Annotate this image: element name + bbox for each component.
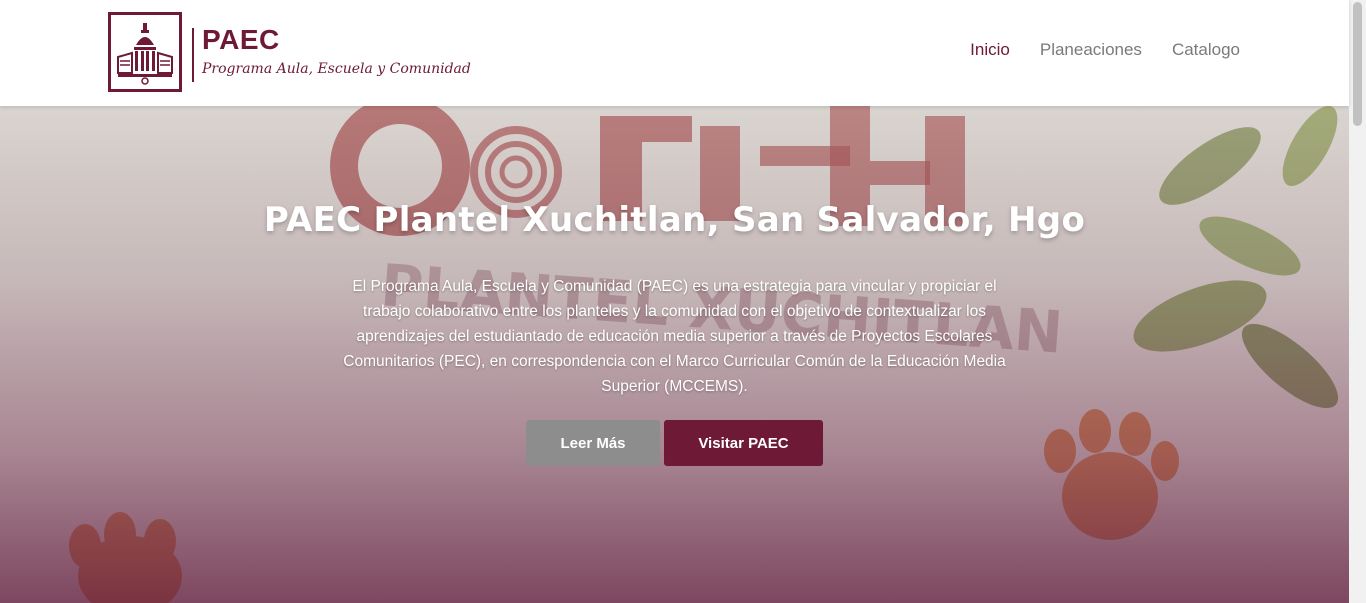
brand-subtitle: Programa Aula, Escuela y Comunidad xyxy=(202,61,471,77)
school-building-icon xyxy=(108,12,182,92)
hero-section: PLANTEL XUCHITLAN PAEC Plantel Xuchitlan… xyxy=(0,106,1349,603)
site-header: PAEC Programa Aula, Escuela y Comunidad … xyxy=(0,0,1349,106)
main-nav: Inicio Planeaciones Catalogo xyxy=(970,40,1240,60)
hero-content: PAEC Plantel Xuchitlan, San Salvador, Hg… xyxy=(0,106,1349,466)
brand-logo[interactable]: PAEC Programa Aula, Escuela y Comunidad xyxy=(108,12,471,92)
page-scrollbar[interactable] xyxy=(1349,0,1366,603)
nav-item-inicio[interactable]: Inicio xyxy=(970,40,1010,60)
hero-title: PAEC Plantel Xuchitlan, San Salvador, Hg… xyxy=(263,200,1086,240)
scrollbar-thumb[interactable] xyxy=(1353,2,1362,126)
logo-divider xyxy=(192,28,194,82)
logo-text: PAEC Programa Aula, Escuela y Comunidad xyxy=(202,24,471,80)
read-more-button[interactable]: Leer Más xyxy=(526,420,660,466)
nav-item-catalogo[interactable]: Catalogo xyxy=(1172,40,1240,60)
brand-title: PAEC xyxy=(202,24,280,55)
hero-buttons: Leer Más Visitar PAEC xyxy=(0,420,1349,466)
hero-description: El Programa Aula, Escuela y Comunidad (P… xyxy=(343,278,1006,395)
visit-paec-button[interactable]: Visitar PAEC xyxy=(664,420,823,466)
nav-item-planeaciones[interactable]: Planeaciones xyxy=(1040,40,1142,60)
